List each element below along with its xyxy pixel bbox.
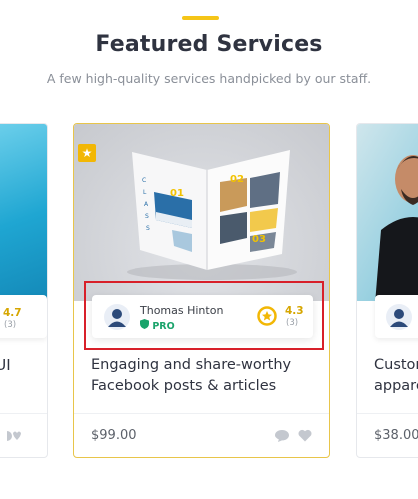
service-price: $38.00 xyxy=(374,428,418,443)
featured-star-icon[interactable]: ★ xyxy=(78,144,96,162)
service-title[interactable]: Engaging and share-worthy Facebook posts… xyxy=(91,355,319,397)
card-actions xyxy=(0,429,23,446)
service-card-right[interactable]: Custom apparel $38.00 xyxy=(356,123,418,458)
rating-value: 4.7 xyxy=(3,307,22,319)
service-image[interactable]: 01 02 03 C L A S S xyxy=(74,124,329,301)
svg-text:01: 01 xyxy=(170,188,184,199)
section-accent-bar xyxy=(182,16,219,20)
card-divider xyxy=(0,413,47,414)
service-card-left[interactable]: 4.7 (3) n UI xyxy=(0,123,48,458)
service-price: $99.00 xyxy=(91,428,137,443)
person-illustration xyxy=(375,155,418,304)
svg-text:S: S xyxy=(146,225,150,232)
message-icon[interactable] xyxy=(275,430,289,442)
svg-text:03: 03 xyxy=(252,234,266,245)
service-image[interactable] xyxy=(357,124,418,304)
author-box xyxy=(375,295,418,338)
service-image[interactable] xyxy=(0,124,47,301)
service-title[interactable]: n UI xyxy=(0,356,11,374)
card-divider xyxy=(74,413,329,414)
svg-text:C: C xyxy=(142,177,146,184)
heart-icon[interactable] xyxy=(298,429,312,442)
author-avatar[interactable] xyxy=(386,304,412,330)
section-title: Featured Services xyxy=(95,32,323,57)
highlight-box xyxy=(84,281,324,350)
section-subtitle: A few high-quality services handpicked b… xyxy=(46,71,372,86)
svg-text:S: S xyxy=(145,213,149,220)
rating-count: (3) xyxy=(4,320,17,330)
magazine-illustration: 01 02 03 C L A S S xyxy=(127,150,297,280)
svg-text:02: 02 xyxy=(230,174,244,185)
card-divider xyxy=(357,413,418,414)
service-title[interactable]: Custom apparel xyxy=(374,355,418,397)
